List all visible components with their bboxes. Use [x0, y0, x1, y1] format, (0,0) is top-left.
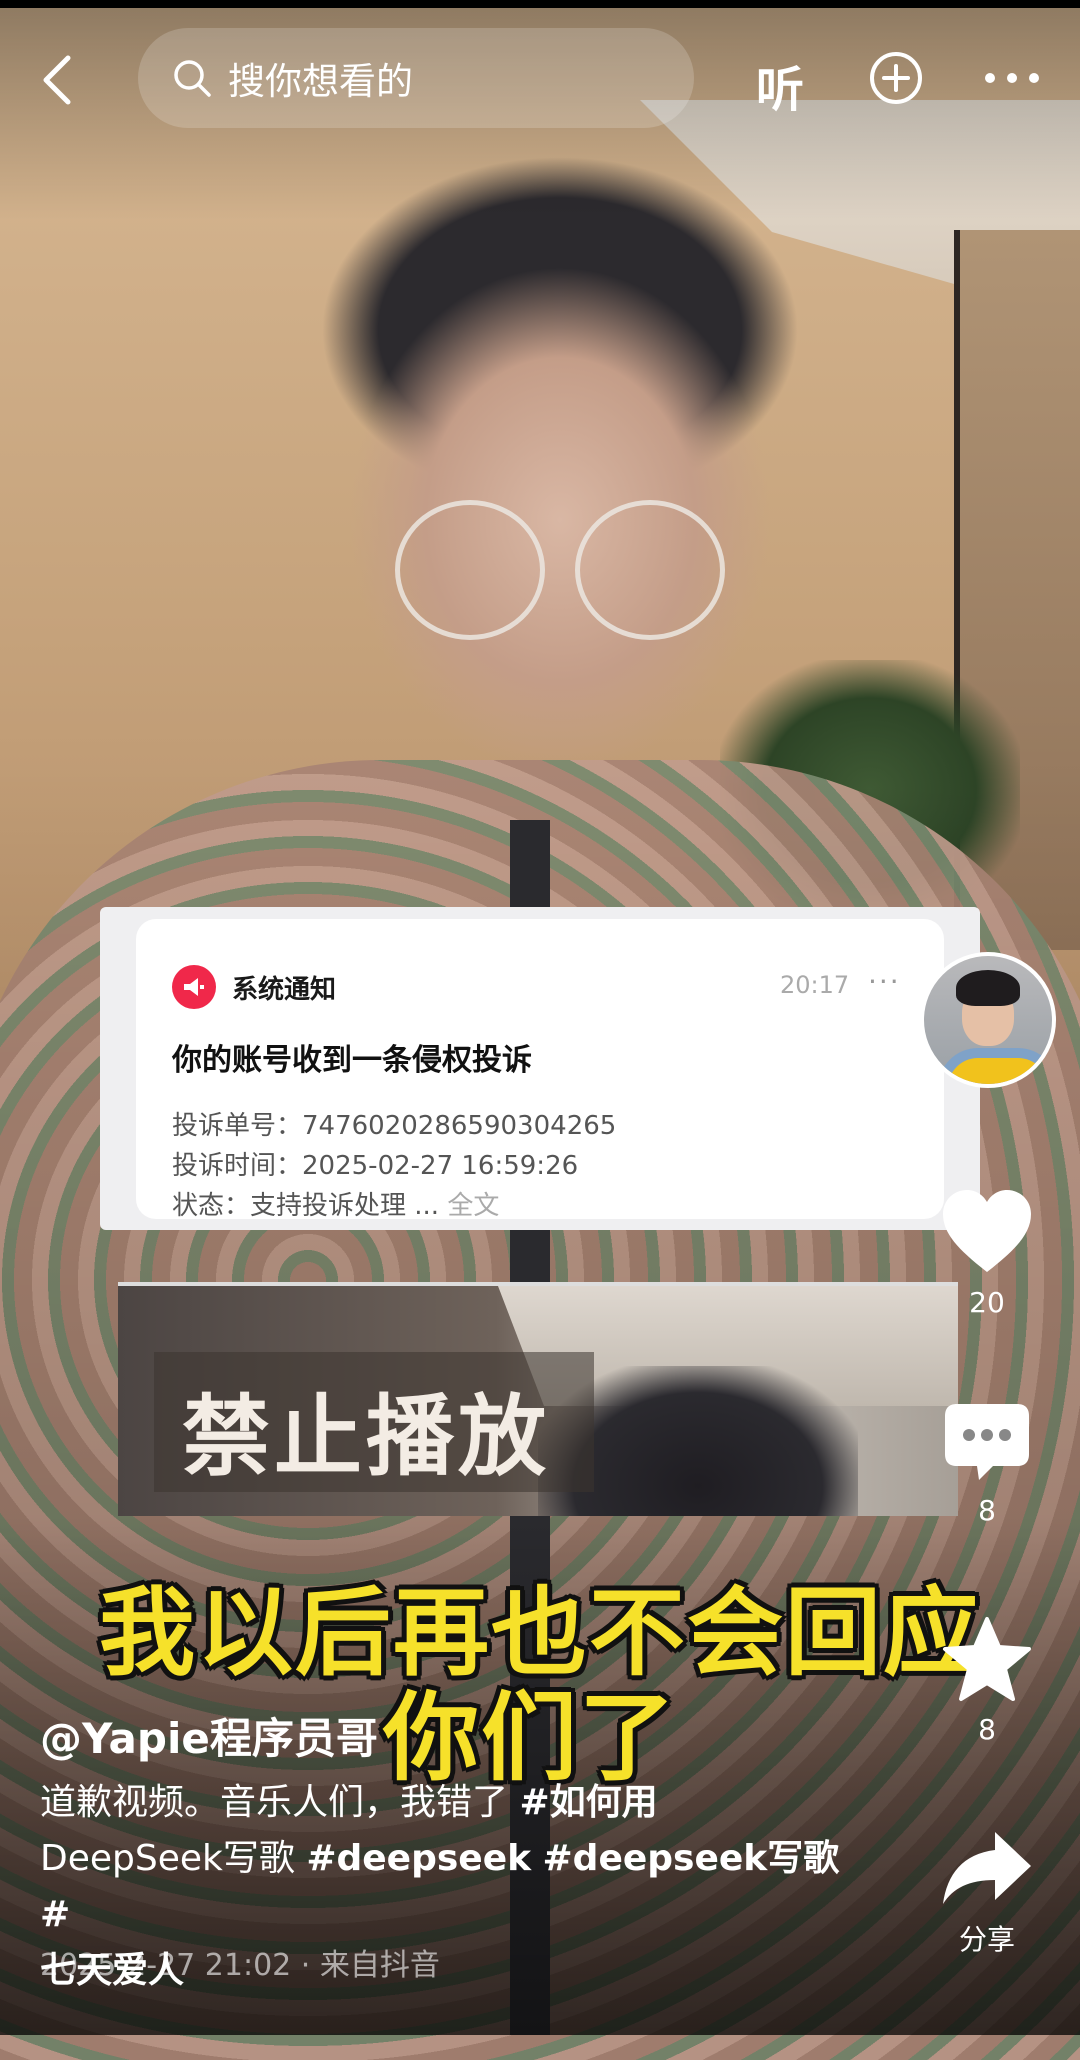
hashtag[interactable]: #deepseek写歌 — [543, 1838, 840, 1879]
comment-button[interactable]: 8 — [927, 1400, 1047, 1527]
complaint-time-label: 投诉时间： — [172, 1151, 303, 1181]
complaint-number-row: 投诉单号：7476020286590304265 — [172, 1105, 616, 1142]
status-row: 状态：支持投诉处理 ... 全文 — [172, 1185, 499, 1222]
complaint-time-row: 投诉时间：2025-02-27 16:59:26 — [172, 1145, 578, 1182]
favorite-count: 8 — [978, 1713, 996, 1746]
favorite-button[interactable]: 8 — [927, 1615, 1047, 1746]
author-name[interactable]: @Yapie程序员哥 — [40, 1705, 378, 1766]
avatar-hair — [956, 970, 1020, 1006]
full-text-link: 全文 — [447, 1191, 500, 1221]
video-glasses — [395, 500, 725, 640]
like-count: 20 — [969, 1286, 1005, 1319]
desc-text: DeepSeek写歌 — [40, 1838, 307, 1879]
author-avatar[interactable] — [920, 952, 1056, 1088]
heart-icon — [943, 1190, 1031, 1272]
share-button[interactable]: 分享 — [927, 1828, 1047, 1958]
more-icon — [985, 73, 1039, 83]
add-button[interactable] — [868, 50, 924, 106]
ban-banner-text: 禁止播放 — [182, 1385, 551, 1488]
desc-text: 道歉视频。音乐人们，我错了 — [40, 1782, 520, 1823]
comment-count: 8 — [978, 1494, 996, 1527]
back-button[interactable] — [36, 50, 80, 110]
add-circle-icon — [870, 52, 922, 104]
like-button[interactable]: 20 — [927, 1188, 1047, 1319]
avatar-body — [938, 1048, 1052, 1084]
back-icon — [43, 55, 71, 105]
megaphone-icon — [172, 965, 216, 1009]
notification-title: 系统通知 — [232, 975, 337, 1005]
share-icon — [943, 1832, 1031, 1904]
listen-button[interactable]: 听 — [756, 50, 804, 120]
notification-heading: 你的账号收到一条侵权投诉 — [172, 1043, 532, 1078]
search-icon — [174, 60, 211, 97]
hashtag[interactable]: # — [40, 1894, 70, 1935]
status-value: 支持投诉处理 ... — [250, 1191, 440, 1221]
search-placeholder: 搜你想看的 — [228, 60, 413, 103]
search-input[interactable]: 搜你想看的 — [138, 28, 694, 128]
inset-clip: 禁止播放 — [118, 1282, 958, 1516]
hashtag[interactable]: #deepseek — [306, 1838, 531, 1879]
complaint-time: 2025-02-27 16:59:26 — [302, 1151, 579, 1181]
notification-time: 20:17 — [780, 971, 850, 999]
status-label: 状态： — [172, 1191, 251, 1221]
more-button[interactable] — [982, 66, 1042, 90]
hashtag[interactable]: #如何用 — [519, 1782, 657, 1823]
notification-card: 系统通知 20:17 ··· 你的账号收到一条侵权投诉 投诉单号：7476020… — [100, 907, 980, 1230]
comment-icon — [945, 1404, 1029, 1480]
complaint-number: 7476020286590304265 — [302, 1111, 617, 1141]
post-meta: 2025-2-27 21:02 · 来自抖音 — [40, 1948, 440, 1983]
notification-more: ··· — [868, 965, 901, 998]
star-icon — [943, 1617, 1031, 1701]
share-label: 分享 — [958, 1923, 1015, 1956]
notification-inner: 系统通知 20:17 ··· 你的账号收到一条侵权投诉 投诉单号：7476020… — [136, 919, 944, 1222]
status-bar — [0, 0, 1080, 8]
complaint-number-label: 投诉单号： — [172, 1111, 303, 1141]
